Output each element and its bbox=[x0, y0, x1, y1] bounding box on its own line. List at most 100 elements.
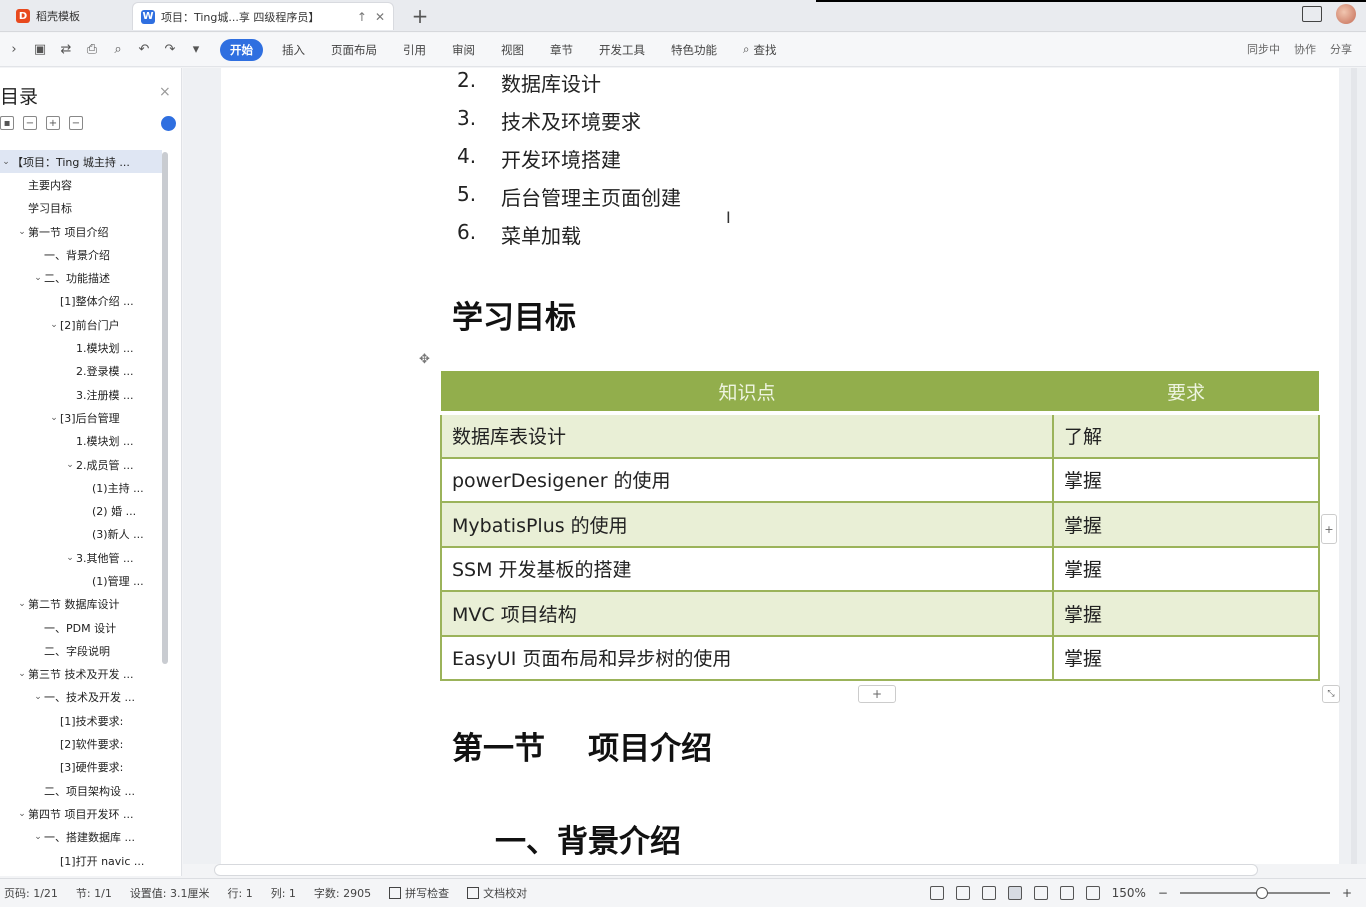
knowledge-point-cell[interactable]: 数据库表设计 bbox=[440, 412, 1054, 459]
toc-item[interactable]: ⌄ 二、功能描述 bbox=[0, 266, 162, 289]
toc-item[interactable]: 1.模块划 ... bbox=[0, 430, 162, 453]
zoom-level[interactable]: 150% bbox=[1112, 886, 1146, 900]
page-view-icon[interactable] bbox=[1007, 886, 1022, 900]
toc-item[interactable]: [2]软件要求: bbox=[0, 732, 162, 755]
table-move-icon[interactable]: ✥ bbox=[419, 352, 430, 367]
toc-item[interactable]: 一、PDM 设计 bbox=[0, 616, 162, 639]
knowledge-point-cell[interactable]: MVC 项目结构 bbox=[440, 590, 1054, 637]
read-mode-icon[interactable] bbox=[955, 886, 970, 900]
more-icon[interactable]: ▾ bbox=[188, 42, 204, 57]
chevron-down-icon[interactable]: ⌄ bbox=[48, 413, 60, 423]
toc-item[interactable]: ⌄ [3]后台管理 bbox=[0, 406, 162, 429]
chevron-down-icon[interactable]: ⌄ bbox=[32, 692, 44, 702]
knowledge-point-cell[interactable]: SSM 开发基板的搭建 bbox=[440, 545, 1054, 592]
chevron-down-icon[interactable]: ⌄ bbox=[16, 669, 28, 679]
collaborate-button[interactable]: 协作 bbox=[1294, 41, 1316, 57]
fullscreen-icon[interactable] bbox=[929, 886, 944, 900]
search-button[interactable]: ⌕ 查找 bbox=[730, 39, 789, 61]
toc-item[interactable]: (1)管理 ... bbox=[0, 569, 162, 592]
sync-status[interactable]: 同步中 bbox=[1247, 41, 1280, 57]
menu-chevron-icon[interactable]: › bbox=[6, 42, 22, 57]
toc-settings-icon[interactable]: ▪ bbox=[0, 116, 14, 130]
tab-developer[interactable]: 开发工具 bbox=[586, 39, 658, 61]
window-layout-icon[interactable] bbox=[1302, 6, 1322, 22]
new-tab-button[interactable]: + bbox=[408, 4, 432, 28]
toc-item[interactable]: ⌄ 2.成员管 ... bbox=[0, 453, 162, 476]
close-icon[interactable]: × bbox=[159, 84, 171, 100]
chevron-down-icon[interactable]: ⌄ bbox=[32, 832, 44, 842]
toc-item[interactable]: 3.注册模 ... bbox=[0, 383, 162, 406]
tab-special-features[interactable]: 特色功能 bbox=[658, 39, 730, 61]
requirement-cell[interactable]: 掌握 bbox=[1052, 590, 1320, 637]
requirement-cell[interactable]: 掌握 bbox=[1052, 634, 1320, 681]
chevron-down-icon[interactable]: ⌄ bbox=[0, 157, 12, 167]
web-view-icon[interactable] bbox=[1059, 886, 1074, 900]
export-icon[interactable]: ⇄ bbox=[58, 42, 74, 57]
expand-icon[interactable]: + bbox=[46, 116, 60, 130]
chevron-down-icon[interactable]: ⌄ bbox=[16, 227, 28, 237]
tab-chapter[interactable]: 章节 bbox=[537, 39, 586, 61]
zoom-in-button[interactable]: + bbox=[1342, 886, 1352, 900]
pin-icon[interactable]: ↑ bbox=[357, 10, 367, 24]
requirement-cell[interactable]: 掌握 bbox=[1052, 545, 1320, 592]
tab-insert[interactable]: 插入 bbox=[269, 39, 318, 61]
chevron-down-icon[interactable]: ⌄ bbox=[16, 809, 28, 819]
toc-item[interactable]: (1)主持 ... bbox=[0, 476, 162, 499]
toc-item[interactable]: 二、项目架构设 ... bbox=[0, 779, 162, 802]
toc-item[interactable]: ⌄ 一、搭建数据库 ... bbox=[0, 826, 162, 849]
toc-item[interactable]: (3)新人 ... bbox=[0, 523, 162, 546]
tab-home[interactable]: 开始 bbox=[220, 38, 263, 61]
toc-item[interactable]: 1.模块划 ... bbox=[0, 336, 162, 359]
tab-document[interactable]: W 项目：Ting城...享 四级程序员】 ↑ ✕ bbox=[132, 2, 394, 30]
save-icon[interactable]: ▣ bbox=[32, 42, 48, 57]
vertical-scrollbar[interactable] bbox=[1351, 68, 1357, 864]
spell-check-toggle[interactable]: 拼写检查 bbox=[389, 885, 449, 901]
collapse-icon[interactable]: − bbox=[23, 116, 37, 130]
knowledge-point-cell[interactable]: EasyUI 页面布局和异步树的使用 bbox=[440, 634, 1054, 681]
add-row-button[interactable]: + bbox=[858, 685, 896, 703]
horizontal-scrollbar[interactable] bbox=[214, 864, 1258, 876]
toc-item[interactable]: 一、背景介绍 bbox=[0, 243, 162, 266]
toc-toggle-icon[interactable] bbox=[161, 116, 176, 131]
toc-item[interactable]: ⌄ 第一节 项目介绍 bbox=[0, 220, 162, 243]
zoom-slider[interactable] bbox=[1179, 887, 1330, 899]
tab-docer-templates[interactable]: D 稻壳模板 bbox=[8, 2, 128, 30]
document-page[interactable]: 2. 数据库设计 3. 技术及环境要求 4. 开发环境搭建 5. 后台管理主页面创建 6. 菜单加… bbox=[221, 68, 1340, 864]
close-tab-icon[interactable]: ✕ bbox=[375, 10, 385, 24]
redo-icon[interactable]: ↷ bbox=[162, 42, 178, 57]
word-count[interactable]: 字数: 2905 bbox=[314, 885, 371, 901]
toc-item[interactable]: ⌄ 第三节 技术及开发 ... bbox=[0, 663, 162, 686]
undo-icon[interactable]: ↶ bbox=[136, 42, 152, 57]
chevron-down-icon[interactable]: ⌄ bbox=[48, 320, 60, 330]
tab-review[interactable]: 审阅 bbox=[439, 39, 488, 61]
toc-item[interactable]: 学习目标 bbox=[0, 197, 162, 220]
requirement-cell[interactable]: 掌握 bbox=[1052, 456, 1320, 503]
toc-item[interactable]: (2) 婚 ... bbox=[0, 499, 162, 522]
toc-item[interactable]: 2.登录模 ... bbox=[0, 360, 162, 383]
chevron-down-icon[interactable]: ⌄ bbox=[32, 273, 44, 283]
print-preview-icon[interactable]: ⌕ bbox=[110, 42, 126, 57]
toc-item[interactable]: 主要内容 bbox=[0, 173, 162, 196]
requirement-cell[interactable]: 掌握 bbox=[1052, 501, 1320, 548]
toc-item[interactable]: [1]整体介绍 ... bbox=[0, 290, 162, 313]
avatar[interactable] bbox=[1336, 4, 1356, 24]
requirement-cell[interactable]: 了解 bbox=[1052, 412, 1320, 459]
toc-item[interactable]: 二、字段说明 bbox=[0, 639, 162, 662]
toc-item[interactable]: ⌄ 【项目：Ting 城主持 ... bbox=[0, 150, 162, 174]
tab-page-layout[interactable]: 页面布局 bbox=[318, 39, 390, 61]
page-indicator[interactable]: 页码: 1/21 bbox=[4, 885, 58, 901]
share-button[interactable]: 分享 bbox=[1330, 41, 1352, 57]
add-column-button[interactable]: + bbox=[1321, 514, 1337, 544]
toc-item[interactable]: ⌄ [2]前台门户 bbox=[0, 313, 162, 336]
proofread-toggle[interactable]: 文档校对 bbox=[467, 885, 527, 901]
toc-item[interactable]: ⌄ 第二节 数据库设计 bbox=[0, 593, 162, 616]
knowledge-point-cell[interactable]: powerDesigener 的使用 bbox=[440, 456, 1054, 503]
chevron-down-icon[interactable]: ⌄ bbox=[64, 553, 76, 563]
table-resize-icon[interactable]: ⤡ bbox=[1322, 685, 1340, 703]
zoom-slider-knob[interactable] bbox=[1256, 887, 1269, 899]
print-icon[interactable]: ⎙ bbox=[84, 42, 100, 57]
toc-scrollbar[interactable] bbox=[162, 152, 168, 664]
toc-item[interactable]: [3]硬件要求: bbox=[0, 756, 162, 779]
toc-item[interactable]: [1]打开 navic ... bbox=[0, 849, 162, 872]
zoom-out-button[interactable]: − bbox=[1158, 886, 1168, 900]
